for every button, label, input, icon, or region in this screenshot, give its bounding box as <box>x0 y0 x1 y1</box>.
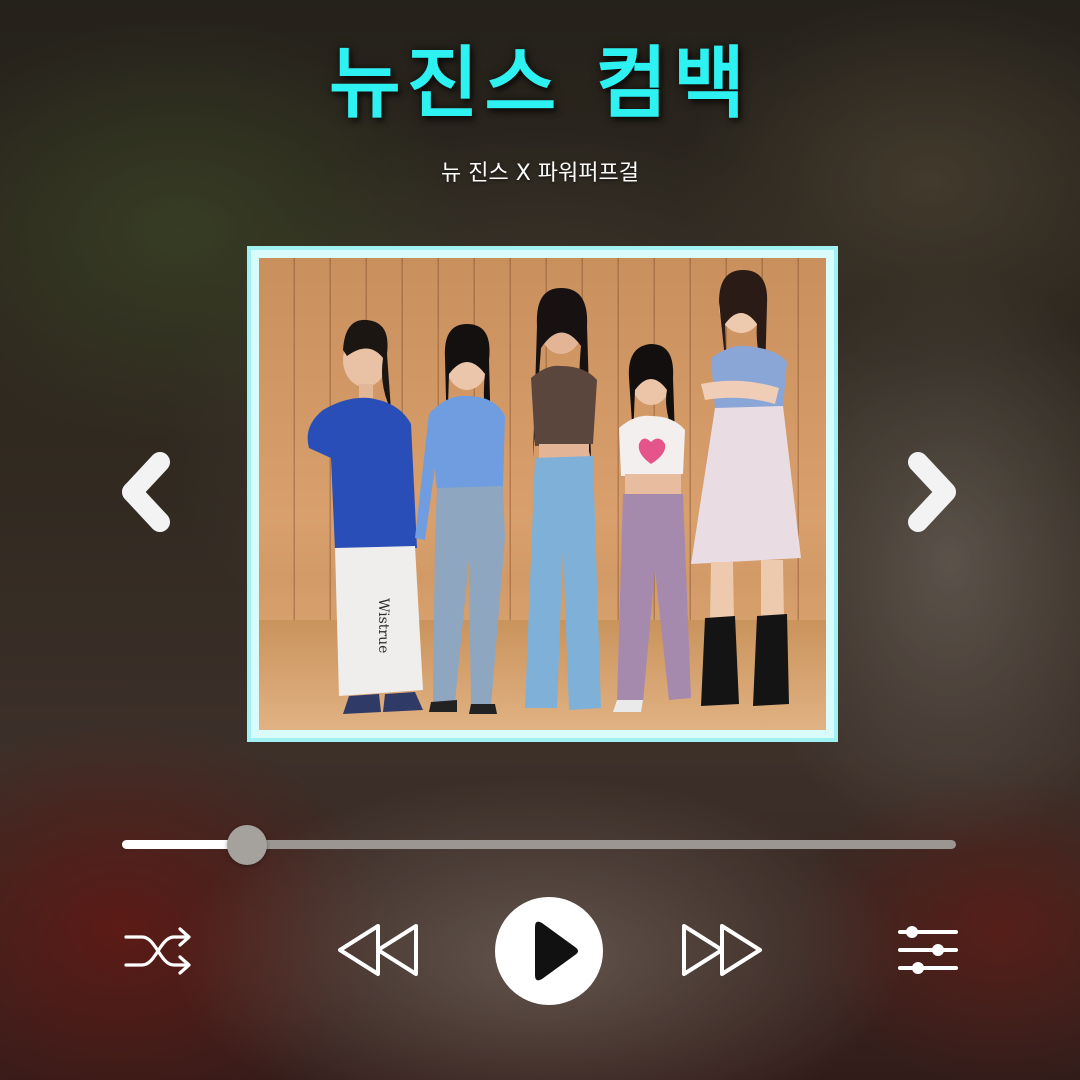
shuffle-icon[interactable] <box>122 925 196 977</box>
progress-knob[interactable] <box>227 825 268 865</box>
member-figure: Wistrue <box>307 319 423 714</box>
equalizer-icon[interactable] <box>896 922 960 978</box>
song-subtitle: 뉴 진스 X 파워퍼프걸 <box>441 161 639 186</box>
rewind-icon[interactable] <box>336 922 420 978</box>
svg-text:Wistrue: Wistrue <box>375 598 391 653</box>
album-art: Wistrue <box>259 258 826 730</box>
page-title: 뉴진스 컴백 <box>329 39 751 129</box>
member-figure <box>691 270 801 706</box>
chevron-left-icon[interactable] <box>118 452 174 532</box>
album-art-frame: Wistrue <box>247 246 838 742</box>
progress-bar[interactable] <box>122 825 956 865</box>
play-icon <box>535 921 578 981</box>
play-button[interactable] <box>495 897 603 1005</box>
chevron-right-icon[interactable] <box>904 452 960 532</box>
fast-forward-icon[interactable] <box>680 922 764 978</box>
